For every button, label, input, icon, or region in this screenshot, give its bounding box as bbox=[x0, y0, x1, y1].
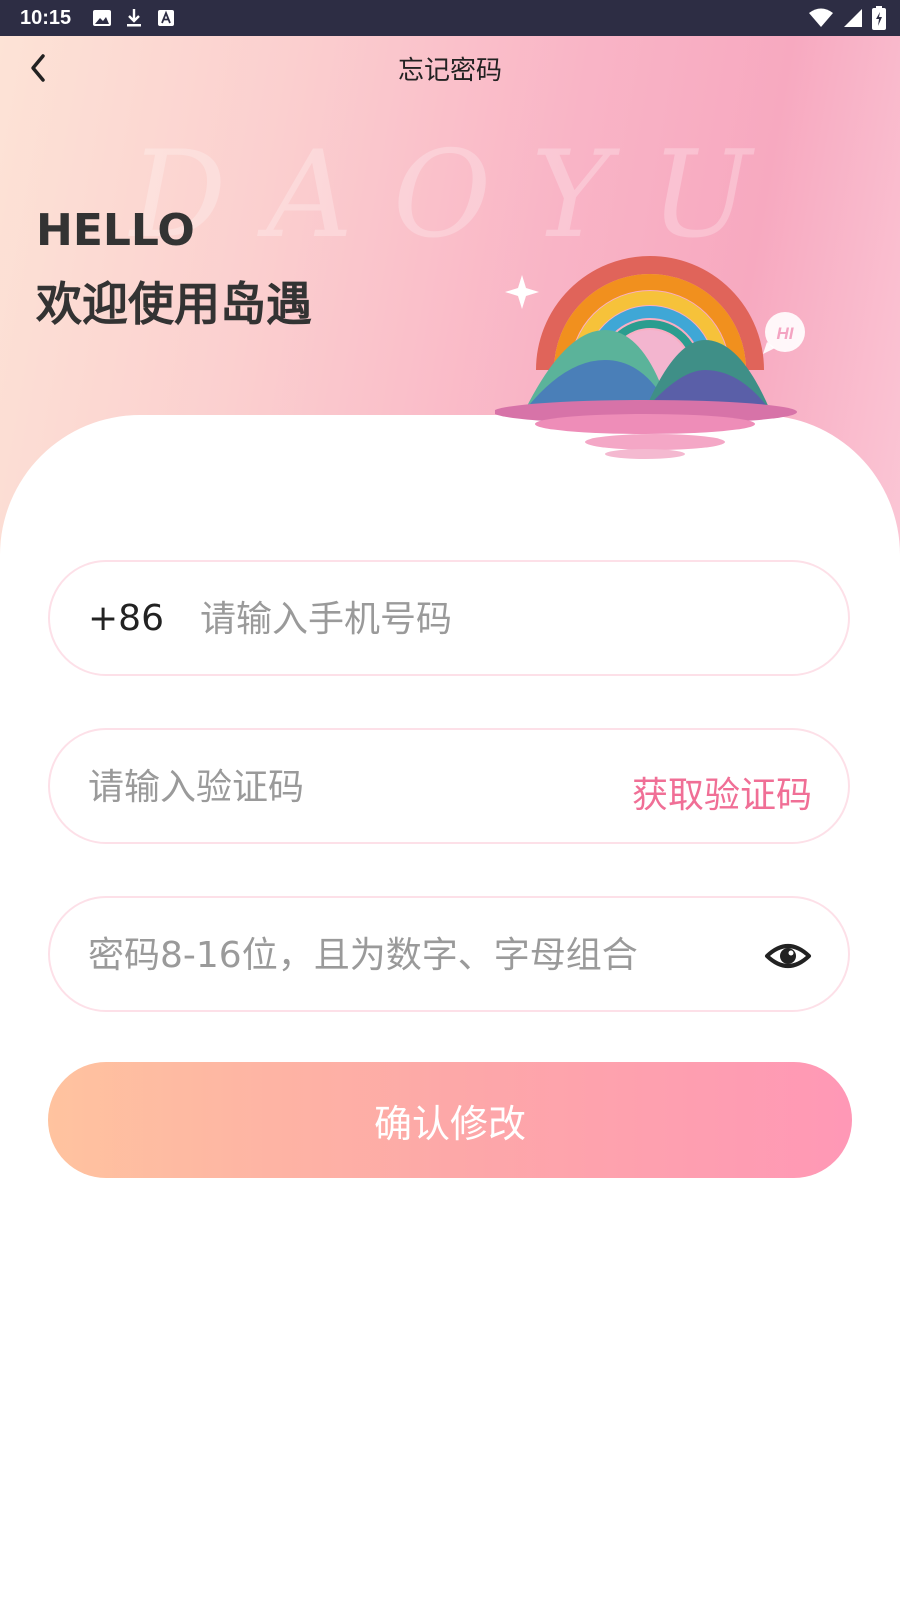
signal-icon bbox=[844, 9, 862, 27]
country-code[interactable]: +86 bbox=[88, 598, 164, 639]
battery-icon bbox=[872, 6, 886, 30]
status-time: 10:15 bbox=[20, 7, 72, 29]
get-code-button[interactable]: 获取验证码 bbox=[632, 766, 812, 818]
phone-input[interactable] bbox=[200, 590, 760, 648]
confirm-change-button[interactable]: 确认修改 bbox=[48, 1062, 852, 1178]
image-icon bbox=[93, 10, 111, 26]
rainbow-island-illustration: HI bbox=[495, 256, 805, 459]
password-field bbox=[48, 896, 850, 1012]
page-title: 忘记密码 bbox=[397, 56, 502, 86]
status-bar: 10:15 bbox=[0, 0, 900, 36]
phone-field: +86 bbox=[48, 560, 850, 676]
verification-code-field: 获取验证码 bbox=[48, 728, 850, 844]
eye-icon[interactable] bbox=[764, 934, 812, 978]
status-icons-left bbox=[92, 8, 176, 28]
welcome-text: 欢迎使用岛遇 bbox=[36, 277, 312, 331]
greeting-text: HELLO bbox=[36, 205, 195, 256]
download-icon bbox=[127, 9, 141, 27]
password-input[interactable] bbox=[88, 926, 728, 984]
svg-text:HI: HI bbox=[777, 324, 795, 343]
verification-code-input[interactable] bbox=[88, 758, 548, 816]
font-icon bbox=[158, 10, 174, 26]
hi-bubble-icon: HI bbox=[763, 312, 805, 354]
wifi-icon bbox=[809, 8, 833, 27]
status-icons-right bbox=[808, 6, 886, 30]
